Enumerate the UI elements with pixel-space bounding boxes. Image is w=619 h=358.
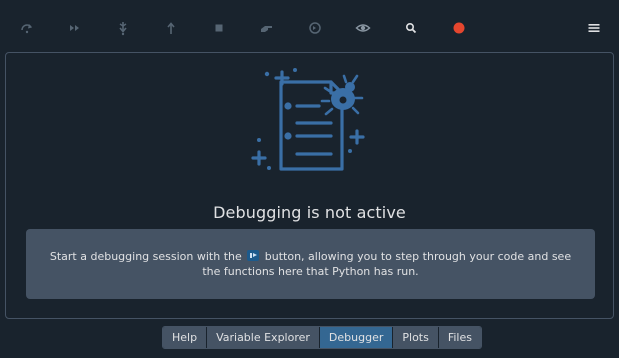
options-menu-button[interactable]: [582, 16, 606, 40]
step-return-button[interactable]: [159, 16, 183, 40]
goto-cursor-icon: [307, 20, 323, 36]
tab-help[interactable]: Help: [163, 327, 208, 348]
tab-files[interactable]: Files: [438, 327, 481, 348]
pane-tab-bar: Help Variable Explorer Debugger Plots Fi…: [162, 326, 482, 349]
debugger-toolbar: [0, 0, 619, 54]
inspect-icon: [259, 20, 275, 36]
debugger-status-title: Debugging is not active: [213, 203, 406, 222]
inspect-button[interactable]: [255, 16, 279, 40]
step-into-icon: [115, 20, 131, 36]
watch-icon: [355, 20, 371, 36]
search-button[interactable]: [399, 16, 423, 40]
info-message-start: Start a debugging session with the: [49, 250, 242, 263]
tab-variable-explorer[interactable]: Variable Explorer: [207, 327, 320, 348]
hamburger-menu-icon: [586, 20, 602, 36]
watch-button[interactable]: [351, 16, 375, 40]
debug-file-icon: [247, 250, 260, 261]
continue-icon: [67, 20, 83, 36]
debugger-info-message: Start a debugging session with the butto…: [46, 249, 575, 279]
stop-button[interactable]: [207, 16, 231, 40]
step-return-icon: [163, 20, 179, 36]
step-over-icon: [19, 20, 35, 36]
search-icon: [403, 20, 419, 36]
breakpoint-icon: [451, 20, 467, 36]
debugger-info-box: Start a debugging session with the butto…: [26, 229, 595, 299]
continue-button[interactable]: [63, 16, 87, 40]
stop-icon: [211, 20, 227, 36]
breakpoint-button[interactable]: [447, 16, 471, 40]
step-into-button[interactable]: [111, 16, 135, 40]
goto-cursor-button[interactable]: [303, 16, 327, 40]
step-over-button[interactable]: [15, 16, 39, 40]
tab-plots[interactable]: Plots: [393, 327, 439, 348]
debugger-illustration-icon: [245, 66, 373, 178]
tab-debugger[interactable]: Debugger: [319, 327, 394, 348]
